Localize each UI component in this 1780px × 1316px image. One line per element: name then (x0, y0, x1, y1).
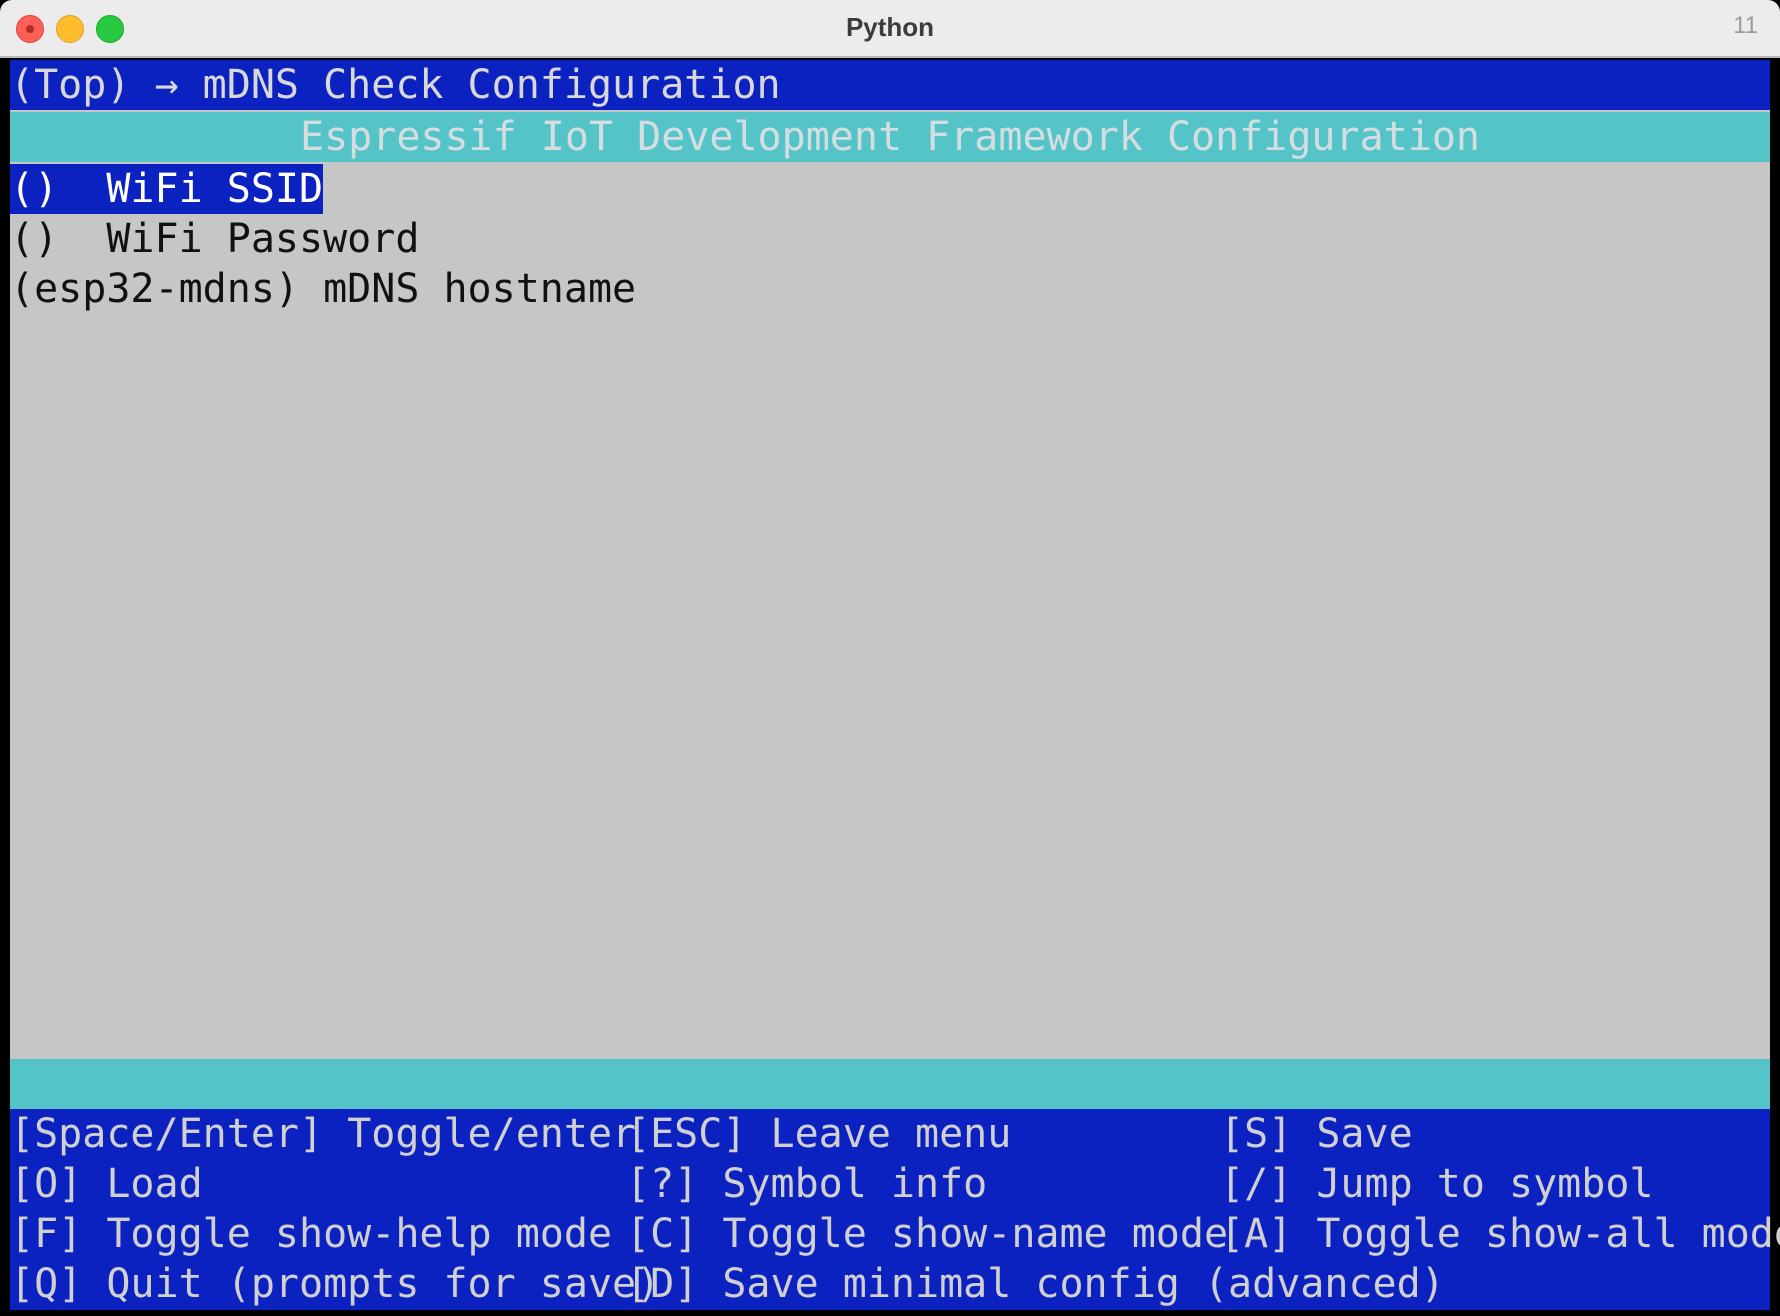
help-save-minimal: [D] Save minimal config (advanced) (626, 1261, 1445, 1307)
window-badge: 11 (1733, 12, 1758, 39)
terminal-window: Python 11 (Top) → mDNS Check Configurati… (0, 0, 1780, 1316)
menu-item-wifi-password[interactable]: () WiFi Password (10, 214, 419, 264)
help-show-help-mode: [F] Toggle show-help mode (10, 1211, 613, 1257)
help-quit: [Q] Quit (prompts for save) (10, 1261, 661, 1307)
help-show-name-mode: [C] Toggle show-name mode (626, 1211, 1229, 1257)
help-jump-to-symbol: [/] Jump to symbol (1220, 1161, 1654, 1207)
help-save: [S] Save (1220, 1111, 1413, 1157)
breadcrumb: (Top) → mDNS Check Configuration (10, 60, 1770, 110)
page-title: Espressif IoT Development Framework Conf… (10, 112, 1770, 162)
help-symbol-info: [?] Symbol info (626, 1161, 988, 1207)
window-title: Python (845, 12, 935, 42)
help-toggle-enter: [Space/Enter] Toggle/enter (10, 1111, 637, 1157)
menuconfig-screen[interactable]: (Top) → mDNS Check Configuration Espress… (10, 60, 1780, 1310)
key-help-panel: [Space/Enter] Toggle/enter [ESC] Leave m… (10, 1109, 1780, 1310)
help-load: [O] Load (10, 1161, 203, 1207)
help-show-all-mode: [A] Toggle show-all mode (1220, 1211, 1780, 1257)
menu-item-wifi-ssid[interactable]: () WiFi SSID (10, 164, 324, 214)
status-bar (10, 1059, 1770, 1109)
menu-item-mdns-hostname[interactable]: (esp32-mdns) mDNS hostname (10, 264, 636, 314)
title-bar: Python 11 (0, 0, 1780, 58)
help-leave-menu: [ESC] Leave menu (626, 1111, 1012, 1157)
